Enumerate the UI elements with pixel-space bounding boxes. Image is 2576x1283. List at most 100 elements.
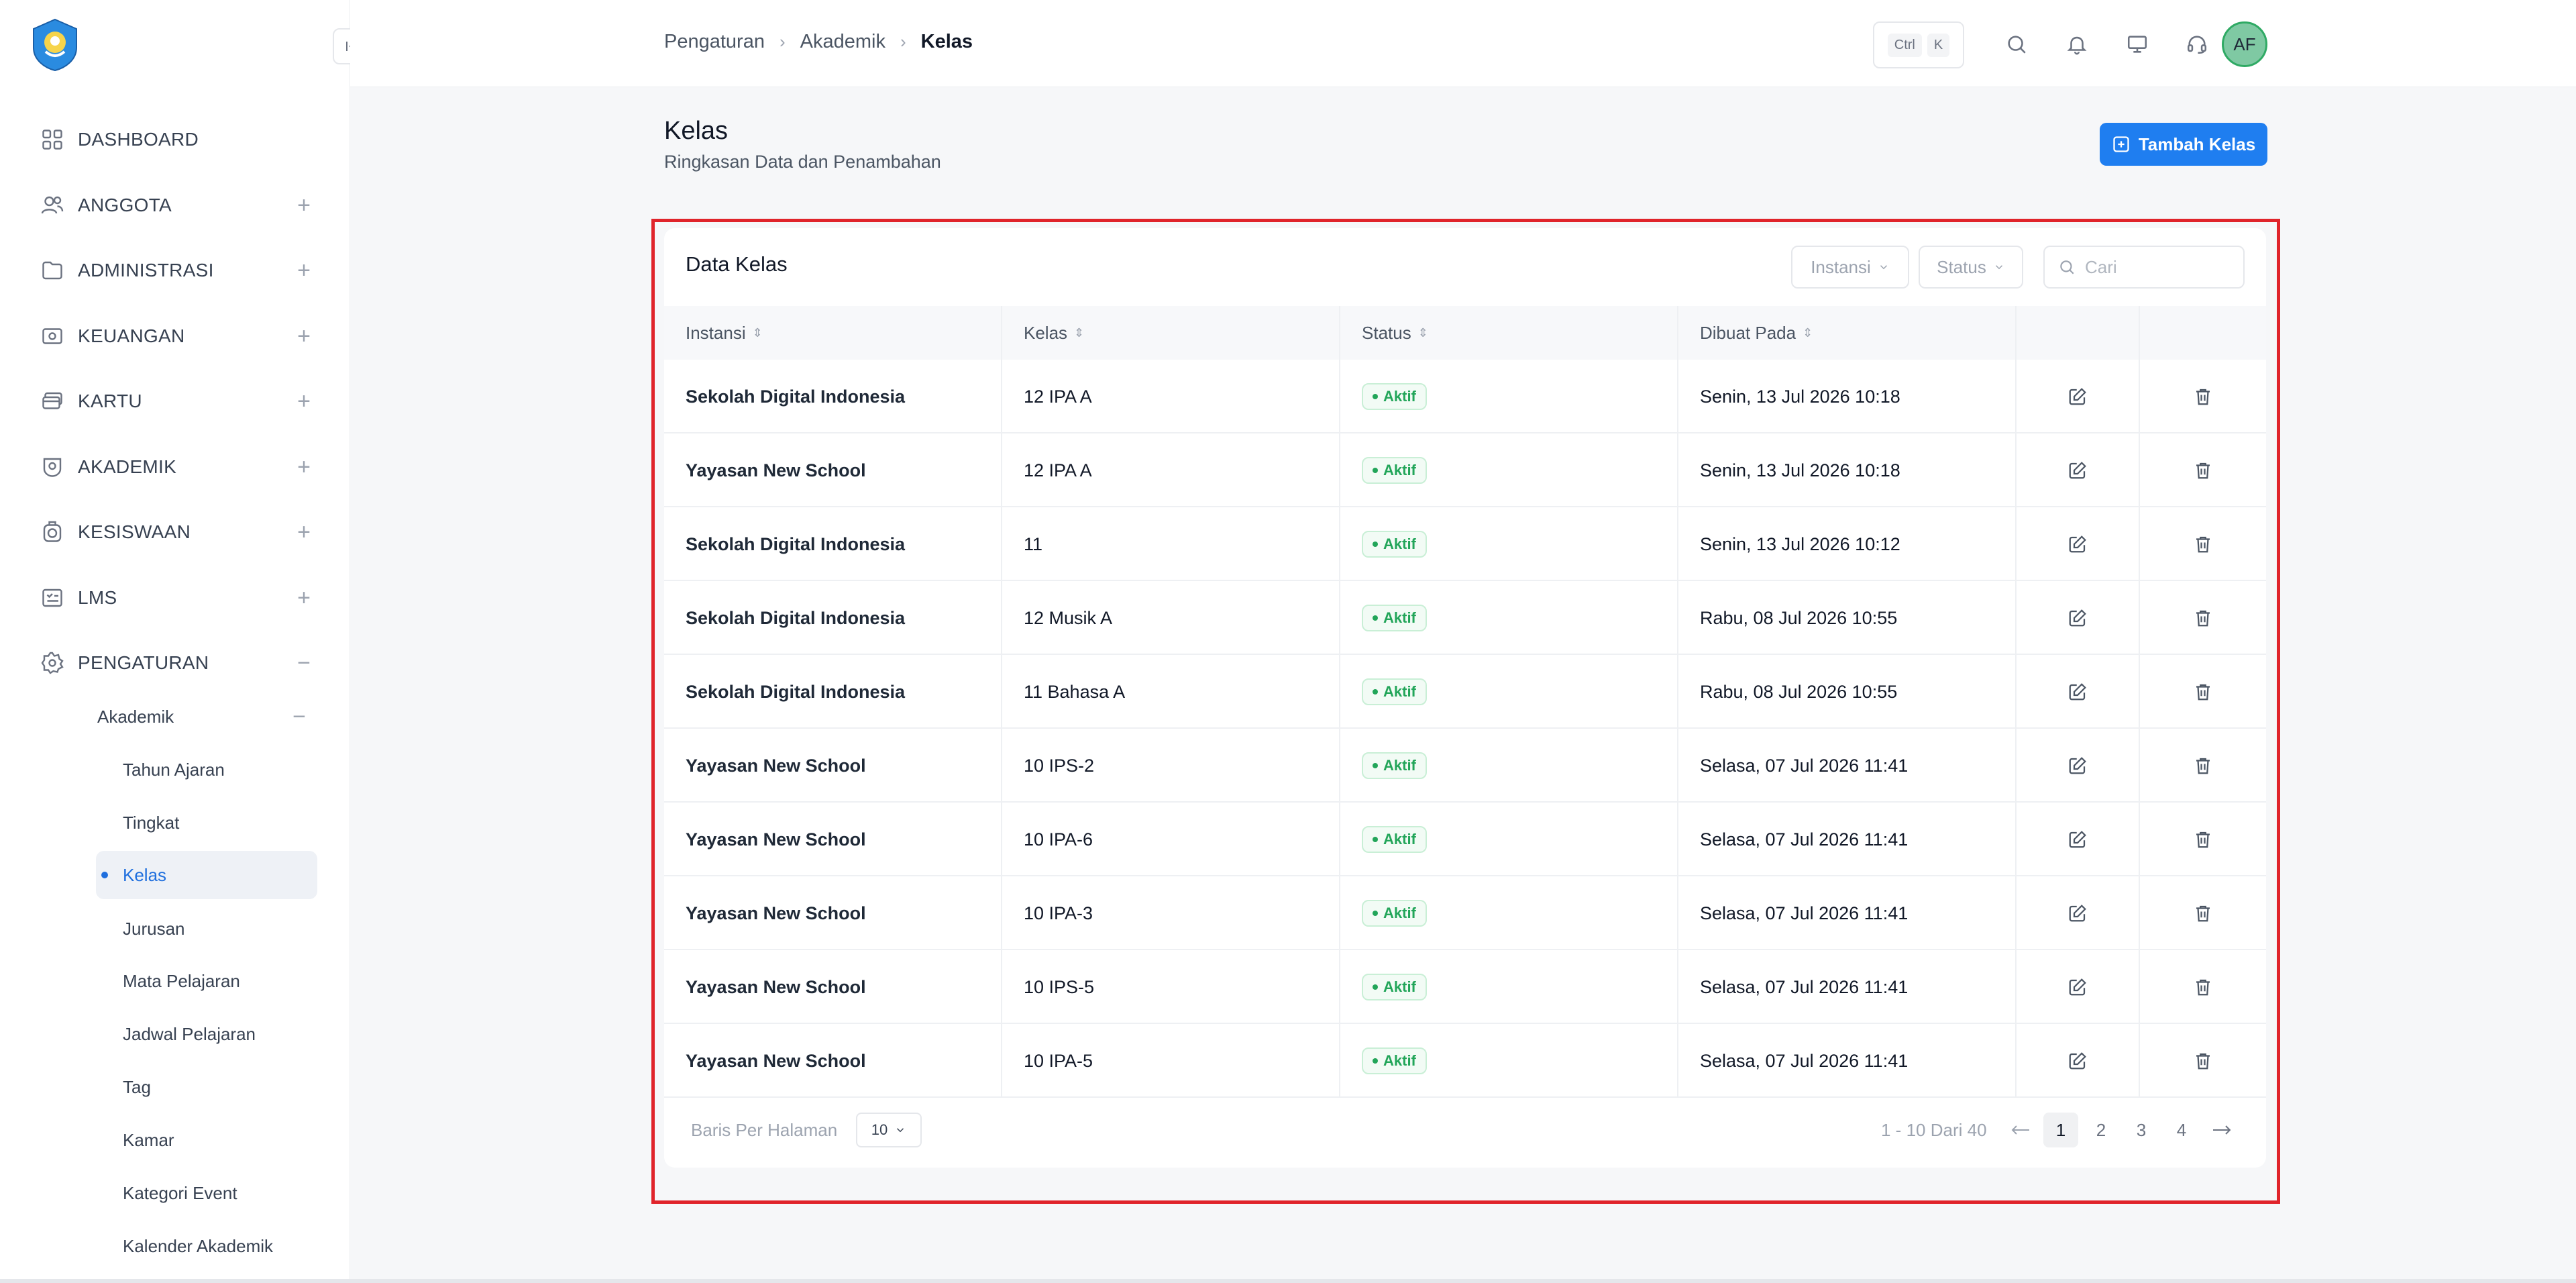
column-status[interactable]: Status ⇕ — [1340, 306, 1678, 360]
delete-button[interactable] — [2140, 876, 2266, 950]
sidebar-link-kalender-akademik[interactable]: Kalender Akademik — [96, 1222, 317, 1270]
sidebar-link-kamar[interactable]: Kamar — [96, 1116, 317, 1164]
sidebar-item-akademik[interactable]: AKADEMIK + — [39, 447, 314, 487]
cell-dibuat-pada: Rabu, 08 Jul 2026 10:55 — [1678, 655, 2017, 729]
delete-button[interactable] — [2140, 655, 2266, 729]
breadcrumb: Pengaturan › Akademik › Kelas — [664, 31, 973, 53]
status-dot — [1373, 911, 1378, 916]
edit-button[interactable] — [2017, 950, 2140, 1024]
sidebar-item-kesiswaan[interactable]: KESISWAAN + — [39, 512, 314, 552]
sidebar-item-keuangan[interactable]: KEUANGAN + — [39, 316, 314, 356]
page-2-button[interactable]: 2 — [2084, 1113, 2118, 1147]
edit-button[interactable] — [2017, 655, 2140, 729]
add-class-label: Tambah Kelas — [2138, 134, 2256, 154]
status-badge: Aktif — [1362, 457, 1427, 484]
column-dibuat-pada[interactable]: Dibuat Pada ⇕ — [1678, 306, 2017, 360]
edit-button[interactable] — [2017, 729, 2140, 803]
trash-icon — [2196, 831, 2210, 848]
sidebar-link-mata-pelajaran[interactable]: Mata Pelajaran — [96, 957, 317, 1005]
next-page-button[interactable] — [2204, 1113, 2239, 1147]
sidebar-link-tingkat[interactable]: Tingkat — [96, 799, 317, 847]
cell-status: Aktif — [1340, 507, 1678, 581]
sidebar-item-anggota[interactable]: ANGGOTA + — [39, 185, 314, 225]
delete-button[interactable] — [2140, 1024, 2266, 1098]
edit-icon — [2069, 831, 2086, 848]
monitor-icon[interactable] — [2123, 30, 2152, 59]
app-logo[interactable] — [28, 18, 82, 72]
table-row: Yayasan New School 10 IPA-5 Aktif Selasa, 0… — [664, 1024, 2266, 1098]
edit-button[interactable] — [2017, 581, 2140, 655]
cell-instansi: Yayasan New School — [664, 876, 1002, 950]
filter-status[interactable]: Status — [1919, 246, 2023, 289]
edit-button[interactable] — [2017, 433, 2140, 507]
sidebar-link-tahun-ajaran[interactable]: Tahun Ajaran — [96, 746, 317, 794]
sidebar-item-kartu[interactable]: KARTU + — [39, 381, 314, 421]
delete-button[interactable] — [2140, 507, 2266, 581]
page-1-button[interactable]: 1 — [2043, 1113, 2078, 1147]
sidebar-item-dashboard[interactable]: DASHBOARD — [39, 119, 314, 160]
edit-button[interactable] — [2017, 360, 2140, 433]
prev-page-button[interactable] — [2003, 1113, 2038, 1147]
active-dot — [101, 872, 108, 878]
status-dot — [1373, 689, 1378, 695]
delete-button[interactable] — [2140, 803, 2266, 876]
column-label: Dibuat Pada — [1700, 322, 1796, 343]
edit-icon — [2069, 978, 2086, 996]
command-palette-shortcut[interactable]: Ctrl K — [1873, 21, 1964, 68]
edit-icon — [2069, 905, 2086, 922]
status-dot — [1373, 1058, 1378, 1064]
delete-button[interactable] — [2140, 950, 2266, 1024]
table-row: Sekolah Digital Indonesia 12 Musik A Aktif… — [664, 581, 2266, 655]
page-3-button[interactable]: 3 — [2124, 1113, 2159, 1147]
bell-icon[interactable] — [2062, 30, 2092, 59]
page-4-button[interactable]: 4 — [2164, 1113, 2199, 1147]
status-badge: Aktif — [1362, 752, 1427, 779]
link-label: Tag — [123, 1076, 151, 1097]
rows-per-page-select[interactable]: 10 — [856, 1113, 922, 1147]
cell-dibuat-pada: Senin, 13 Jul 2026 10:12 — [1678, 507, 2017, 581]
sidebar-link-kelas[interactable]: Kelas — [96, 851, 317, 899]
sidebar-link-jurusan[interactable]: Jurusan — [96, 905, 317, 953]
status-label: Aktif — [1383, 388, 1416, 405]
avatar[interactable]: AF — [2222, 21, 2267, 67]
dashboard-icon — [39, 126, 66, 153]
column-kelas[interactable]: Kelas ⇕ — [1002, 306, 1340, 360]
delete-button[interactable] — [2140, 729, 2266, 803]
table-row: Sekolah Digital Indonesia 11 Aktif Senin, 1… — [664, 507, 2266, 581]
filter-instansi[interactable]: Instansi — [1791, 246, 1909, 289]
search-icon[interactable] — [2002, 30, 2031, 59]
sidebar-item-pengaturan[interactable]: PENGATURAN − — [39, 643, 314, 683]
table-row: Yayasan New School 10 IPS-5 Aktif Selasa, 0… — [664, 950, 2266, 1024]
delete-button[interactable] — [2140, 581, 2266, 655]
edit-icon — [2069, 1052, 2086, 1070]
column-label: Kelas — [1024, 322, 1068, 343]
sidebar-subitem-akademik[interactable]: Akademik − — [97, 699, 319, 734]
breadcrumb-pengaturan[interactable]: Pengaturan — [664, 31, 765, 53]
sidebar-item-administrasi[interactable]: ADMINISTRASI + — [39, 250, 314, 291]
headset-icon[interactable] — [2182, 30, 2212, 59]
edit-button[interactable] — [2017, 507, 2140, 581]
add-class-button[interactable]: Tambah Kelas — [2100, 123, 2267, 166]
sort-icon: ⇕ — [1803, 325, 1813, 340]
delete-button[interactable] — [2140, 433, 2266, 507]
edit-button[interactable] — [2017, 803, 2140, 876]
sidebar-link-tag[interactable]: Tag — [96, 1063, 317, 1111]
status-dot — [1373, 763, 1378, 768]
search-box[interactable] — [2043, 246, 2245, 289]
search-input[interactable] — [2085, 256, 2233, 278]
sort-icon: ⇕ — [752, 325, 763, 340]
edit-button[interactable] — [2017, 1024, 2140, 1098]
cell-kelas: 11 — [1002, 507, 1340, 581]
trash-icon — [2196, 979, 2210, 996]
sort-icon: ⇕ — [1074, 325, 1085, 340]
breadcrumb-akademik[interactable]: Akademik — [800, 31, 885, 53]
delete-button[interactable] — [2140, 360, 2266, 433]
sidebar-item-lms[interactable]: LMS + — [39, 578, 314, 618]
sidebar-link-kategori-event[interactable]: Kategori Event — [96, 1169, 317, 1217]
student-icon — [39, 519, 66, 546]
column-label: Status — [1362, 322, 1411, 343]
kbd-k: K — [1927, 33, 1950, 57]
edit-button[interactable] — [2017, 876, 2140, 950]
sidebar-link-jadwal-pelajaran[interactable]: Jadwal Pelajaran — [96, 1010, 317, 1058]
column-instansi[interactable]: Instansi ⇕ — [664, 306, 1002, 360]
